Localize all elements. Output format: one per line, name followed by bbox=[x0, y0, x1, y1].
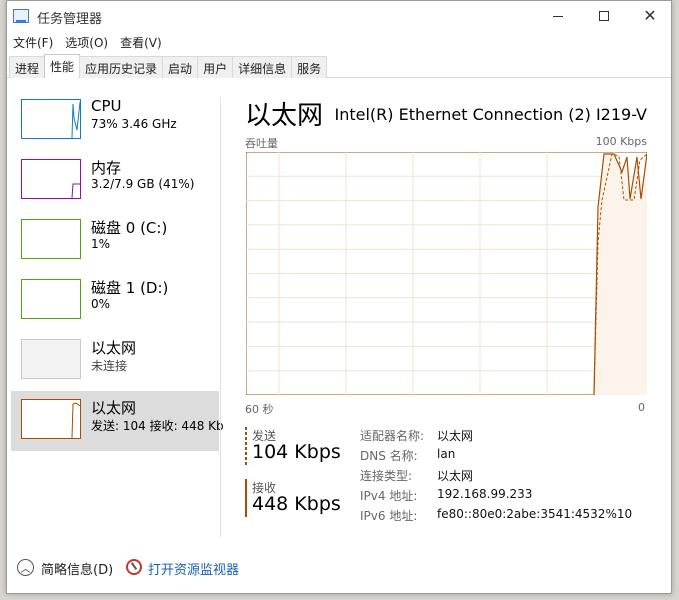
ethernet-disconnected-mini-graph bbox=[21, 339, 81, 379]
page-title: 以太网 bbox=[245, 101, 324, 131]
open-resource-monitor-link[interactable]: 打开资源监视器 bbox=[148, 559, 239, 578]
send-stat: 发送 104 Kbps bbox=[245, 427, 355, 465]
sidebar-item-value: 73% 3.46 GHz bbox=[91, 117, 177, 131]
sidebar-item-value: 1% bbox=[91, 237, 111, 251]
menu-options[interactable]: 选项(O) bbox=[59, 32, 114, 52]
tab-bar: 进程 性能 应用历史记录 启动 用户 详细信息 服务 bbox=[9, 54, 328, 78]
graph-label: 吞吐量 bbox=[245, 137, 278, 150]
minimize-button[interactable] bbox=[535, 1, 581, 31]
cpu-sparkline bbox=[71, 101, 80, 138]
minimize-icon bbox=[553, 15, 563, 17]
maximize-icon bbox=[599, 11, 609, 21]
ethernet-sparkline bbox=[71, 402, 80, 438]
sidebar-divider bbox=[220, 97, 221, 537]
sidebar-item-value: 未连接 bbox=[91, 359, 128, 373]
sidebar-item-memory[interactable]: 内存 3.2/7.9 GB (41%) bbox=[11, 151, 219, 211]
time-axis-end: 0 bbox=[638, 401, 645, 414]
tab-services[interactable]: 服务 bbox=[291, 56, 328, 78]
footer-bar: ︿ 简略信息(D) 打开资源监视器 bbox=[7, 557, 671, 581]
window-title: 任务管理器 bbox=[37, 12, 103, 27]
property-row: DNS 名称: lan bbox=[360, 447, 632, 467]
tab-performance[interactable]: 性能 bbox=[44, 54, 81, 78]
property-key: 适配器名称: bbox=[360, 429, 425, 443]
adapter-name: Intel(R) Ethernet Connection (2) I219-V bbox=[334, 105, 647, 124]
sidebar-item-name: 以太网 bbox=[91, 399, 137, 417]
graph-max-label: 100 Kbps bbox=[595, 135, 647, 148]
sidebar-item-name: CPU bbox=[91, 97, 122, 115]
memory-mini-graph bbox=[21, 159, 81, 199]
sidebar-item-cpu[interactable]: CPU 73% 3.46 GHz bbox=[11, 91, 219, 151]
property-key: IPv4 地址: bbox=[360, 489, 418, 503]
sidebar-item-name: 以太网 bbox=[91, 339, 137, 357]
property-key: 连接类型: bbox=[360, 469, 413, 483]
tab-processes[interactable]: 进程 bbox=[9, 56, 46, 78]
sidebar-item-disk-1[interactable]: 磁盘 1 (D:) 0% bbox=[11, 271, 219, 331]
tab-app-history[interactable]: 应用历史记录 bbox=[79, 56, 164, 78]
property-row: IPv6 地址: fe80::80e0:2abe:3541:4532%10 bbox=[360, 507, 632, 527]
disk-0-mini-graph bbox=[21, 219, 81, 259]
menu-file[interactable]: 文件(F) bbox=[7, 32, 59, 52]
resource-sidebar: CPU 73% 3.46 GHz 内存 3.2/7.9 GB (41%) 磁盘 … bbox=[11, 91, 224, 451]
send-value: 104 Kbps bbox=[252, 441, 341, 463]
sidebar-item-name: 磁盘 1 (D:) bbox=[91, 279, 169, 297]
property-row: 适配器名称: 以太网 bbox=[360, 427, 632, 447]
maximize-button[interactable] bbox=[581, 1, 627, 31]
property-key: IPv6 地址: bbox=[360, 509, 418, 523]
close-button[interactable]: ✕ bbox=[627, 1, 671, 31]
sidebar-item-value: 3.2/7.9 GB (41%) bbox=[91, 177, 195, 191]
property-value: 192.168.99.233 bbox=[437, 487, 533, 501]
tab-users[interactable]: 用户 bbox=[197, 56, 234, 78]
disk-1-mini-graph bbox=[21, 279, 81, 319]
receive-value: 448 Kbps bbox=[252, 493, 341, 515]
fewer-details-button[interactable]: 简略信息(D) bbox=[41, 559, 113, 578]
memory-sparkline bbox=[71, 183, 80, 198]
cpu-mini-graph bbox=[21, 99, 81, 139]
send-legend-bar bbox=[245, 427, 247, 465]
property-row: IPv4 地址: 192.168.99.233 bbox=[360, 487, 632, 507]
property-value: 以太网 bbox=[437, 429, 474, 443]
receive-stat: 接收 448 Kbps bbox=[245, 479, 355, 517]
receive-area bbox=[594, 154, 647, 395]
sidebar-item-disk-0[interactable]: 磁盘 0 (C:) 1% bbox=[11, 211, 219, 271]
throughput-graph bbox=[246, 152, 647, 395]
task-manager-icon bbox=[13, 9, 29, 23]
property-key: DNS 名称: bbox=[360, 449, 418, 463]
close-icon: ✕ bbox=[643, 6, 657, 25]
property-row: 连接类型: 以太网 bbox=[360, 467, 632, 487]
resource-monitor-icon bbox=[126, 559, 142, 575]
sidebar-item-name: 磁盘 0 (C:) bbox=[91, 219, 168, 237]
time-axis-start: 60 秒 bbox=[245, 403, 274, 416]
receive-legend-bar bbox=[245, 479, 247, 517]
property-value: lan bbox=[437, 447, 456, 461]
sidebar-item-ethernet[interactable]: 以太网 发送: 104 接收: 448 Kb bbox=[11, 391, 224, 451]
tab-startup[interactable]: 启动 bbox=[162, 56, 199, 78]
title-bar[interactable]: 任务管理器 ✕ bbox=[7, 1, 671, 31]
sidebar-item-ethernet-disconnected[interactable]: 以太网 未连接 bbox=[11, 331, 219, 391]
menu-view[interactable]: 查看(V) bbox=[114, 32, 168, 52]
ethernet-mini-graph bbox=[21, 399, 81, 439]
property-value: 以太网 bbox=[437, 469, 474, 483]
tab-details[interactable]: 详细信息 bbox=[232, 56, 293, 78]
chevron-up-icon[interactable]: ︿ bbox=[17, 559, 34, 576]
sidebar-item-name: 内存 bbox=[91, 159, 122, 177]
sidebar-item-value: 0% bbox=[91, 297, 111, 311]
sidebar-item-value: 发送: 104 接收: 448 Kb bbox=[91, 419, 224, 433]
menu-bar: 文件(F) 选项(O) 查看(V) bbox=[7, 32, 168, 52]
property-value: fe80::80e0:2abe:3541:4532%10 bbox=[437, 507, 633, 521]
task-manager-window: 任务管理器 ✕ 文件(F) 选项(O) 查看(V) 进程 性能 应用历史记录 启… bbox=[6, 0, 672, 594]
adapter-properties: 适配器名称: 以太网 DNS 名称: lan 连接类型: 以太网 IPv4 地址… bbox=[360, 427, 632, 527]
